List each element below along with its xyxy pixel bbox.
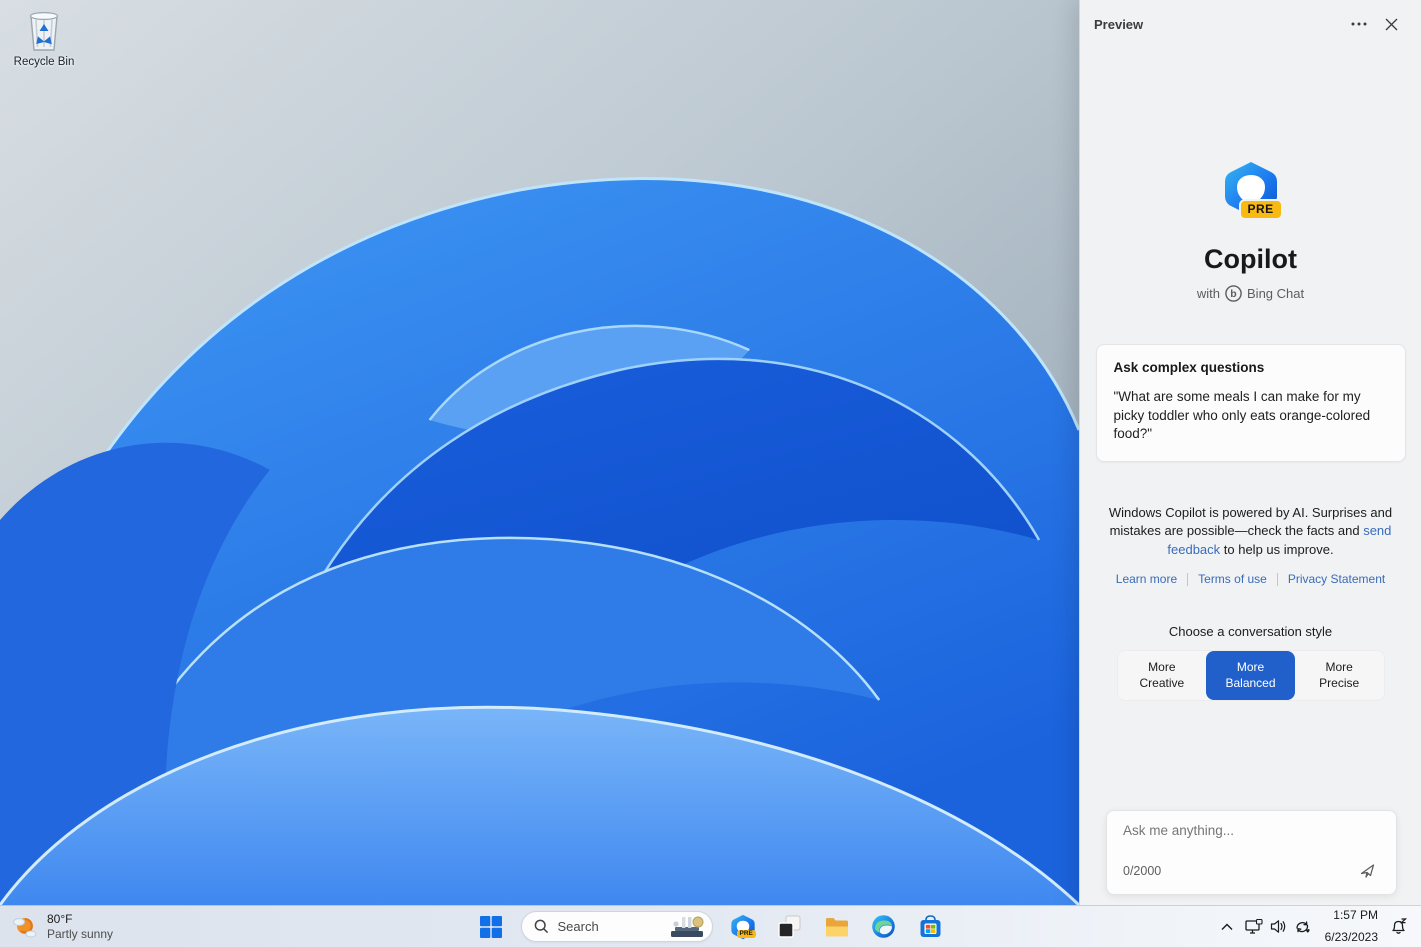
tray-status-cluster[interactable] [1239,910,1319,944]
copilot-title: Copilot [1204,244,1297,274]
weather-widget[interactable]: 80°F Partly sunny [0,906,123,947]
chevron-up-icon [1221,923,1233,930]
suggestion-card-quote: "What are some meals I can make for my p… [1113,389,1371,442]
search-icon [534,919,548,934]
send-button[interactable] [1354,858,1382,884]
more-options-button[interactable] [1343,10,1375,38]
taskbar-pre-badge: PRE [736,929,756,938]
tray-overflow-button[interactable] [1215,910,1239,944]
close-icon [1385,18,1397,30]
disclaimer-text: Windows Copilot is powered by AI. Surpri… [1108,504,1393,539]
start-button[interactable] [474,910,508,944]
tray-date: 6/23/2023 [1324,930,1378,944]
task-view-button[interactable] [773,910,807,944]
system-tray: 1:57 PM 6/23/2023 [1215,906,1421,947]
weather-condition: Partly sunny [47,926,114,941]
windows-start-icon [479,915,502,938]
microsoft-store-button[interactable] [914,910,948,944]
copilot-panel: Preview PRE Copilot with b Bing Chat Ask… [1079,0,1421,905]
ai-disclaimer: Windows Copilot is powered by AI. Surpri… [1100,504,1402,559]
edge-icon [872,915,895,938]
update-sync-icon [1295,920,1310,933]
recycle-bin[interactable]: Recycle Bin [6,6,82,68]
disclaimer-text-after: to help us improve. [1220,541,1334,557]
ellipsis-icon [1351,22,1367,26]
divider [1187,572,1189,586]
learn-more-link[interactable]: Learn more [1116,572,1177,586]
notification-bell-icon [1392,918,1407,934]
notifications-button[interactable] [1384,910,1413,944]
svg-text:b: b [1230,288,1236,300]
search-highlights-icon [670,916,703,937]
pre-badge: PRE [1238,199,1283,221]
tray-time: 1:57 PM [1333,908,1378,922]
copilot-logo: PRE [1222,160,1283,221]
divider [1276,572,1278,586]
style-more-balanced[interactable]: More Balanced [1206,651,1295,701]
microsoft-store-icon [920,915,941,937]
suggestion-card-title: Ask complex questions [1113,360,1265,375]
close-button[interactable] [1375,10,1407,38]
bing-chat-icon: b [1225,285,1242,302]
taskbar: 80°F Partly sunny Search PRE 1:57 PM 6/2… [0,905,1421,947]
subtitle-brand: Bing Chat [1247,286,1305,301]
conversation-style-label: Choose a conversation style [1168,624,1333,640]
terms-of-use-link[interactable]: Terms of use [1198,572,1267,586]
search-placeholder: Search [557,919,599,934]
chat-input-card: 0/2000 [1106,810,1397,895]
weather-icon [13,917,37,937]
suggestion-card[interactable]: Ask complex questions "What are some mea… [1095,344,1406,462]
send-icon [1360,864,1375,878]
bloom-wallpaper [0,0,1079,905]
policy-links: Learn more Terms of use Privacy Statemen… [1116,572,1385,586]
style-more-precise[interactable]: More Precise [1295,651,1384,700]
clock[interactable]: 1:57 PM 6/23/2023 [1319,908,1384,944]
copilot-subtitle: with b Bing Chat [1197,285,1304,302]
panel-title: Preview [1094,16,1144,32]
taskbar-copilot-button[interactable]: PRE [726,910,760,944]
network-icon [1244,918,1263,934]
recycle-bin-icon [29,11,59,51]
desktop: Recycle Bin [0,0,1079,905]
recycle-bin-label: Recycle Bin [13,56,75,68]
edge-button[interactable] [867,910,901,944]
subtitle-with: with [1196,286,1221,301]
file-explorer-icon [825,917,848,936]
copilot-panel-header: Preview [1080,0,1421,48]
char-counter: 0/2000 [1123,864,1162,878]
taskbar-center: Search PRE [474,906,948,947]
conversation-style-group: More Creative More Balanced More Precise [1116,650,1385,702]
privacy-statement-link[interactable]: Privacy Statement [1288,572,1385,586]
chat-input[interactable] [1123,823,1382,838]
volume-icon [1270,920,1285,933]
style-more-creative[interactable]: More Creative [1118,651,1207,700]
file-explorer-button[interactable] [820,910,854,944]
copilot-panel-body: PRE Copilot with b Bing Chat Ask complex… [1080,48,1421,905]
task-view-icon [778,915,801,938]
search-box[interactable]: Search [520,911,713,942]
weather-temp: 80°F [47,911,73,926]
